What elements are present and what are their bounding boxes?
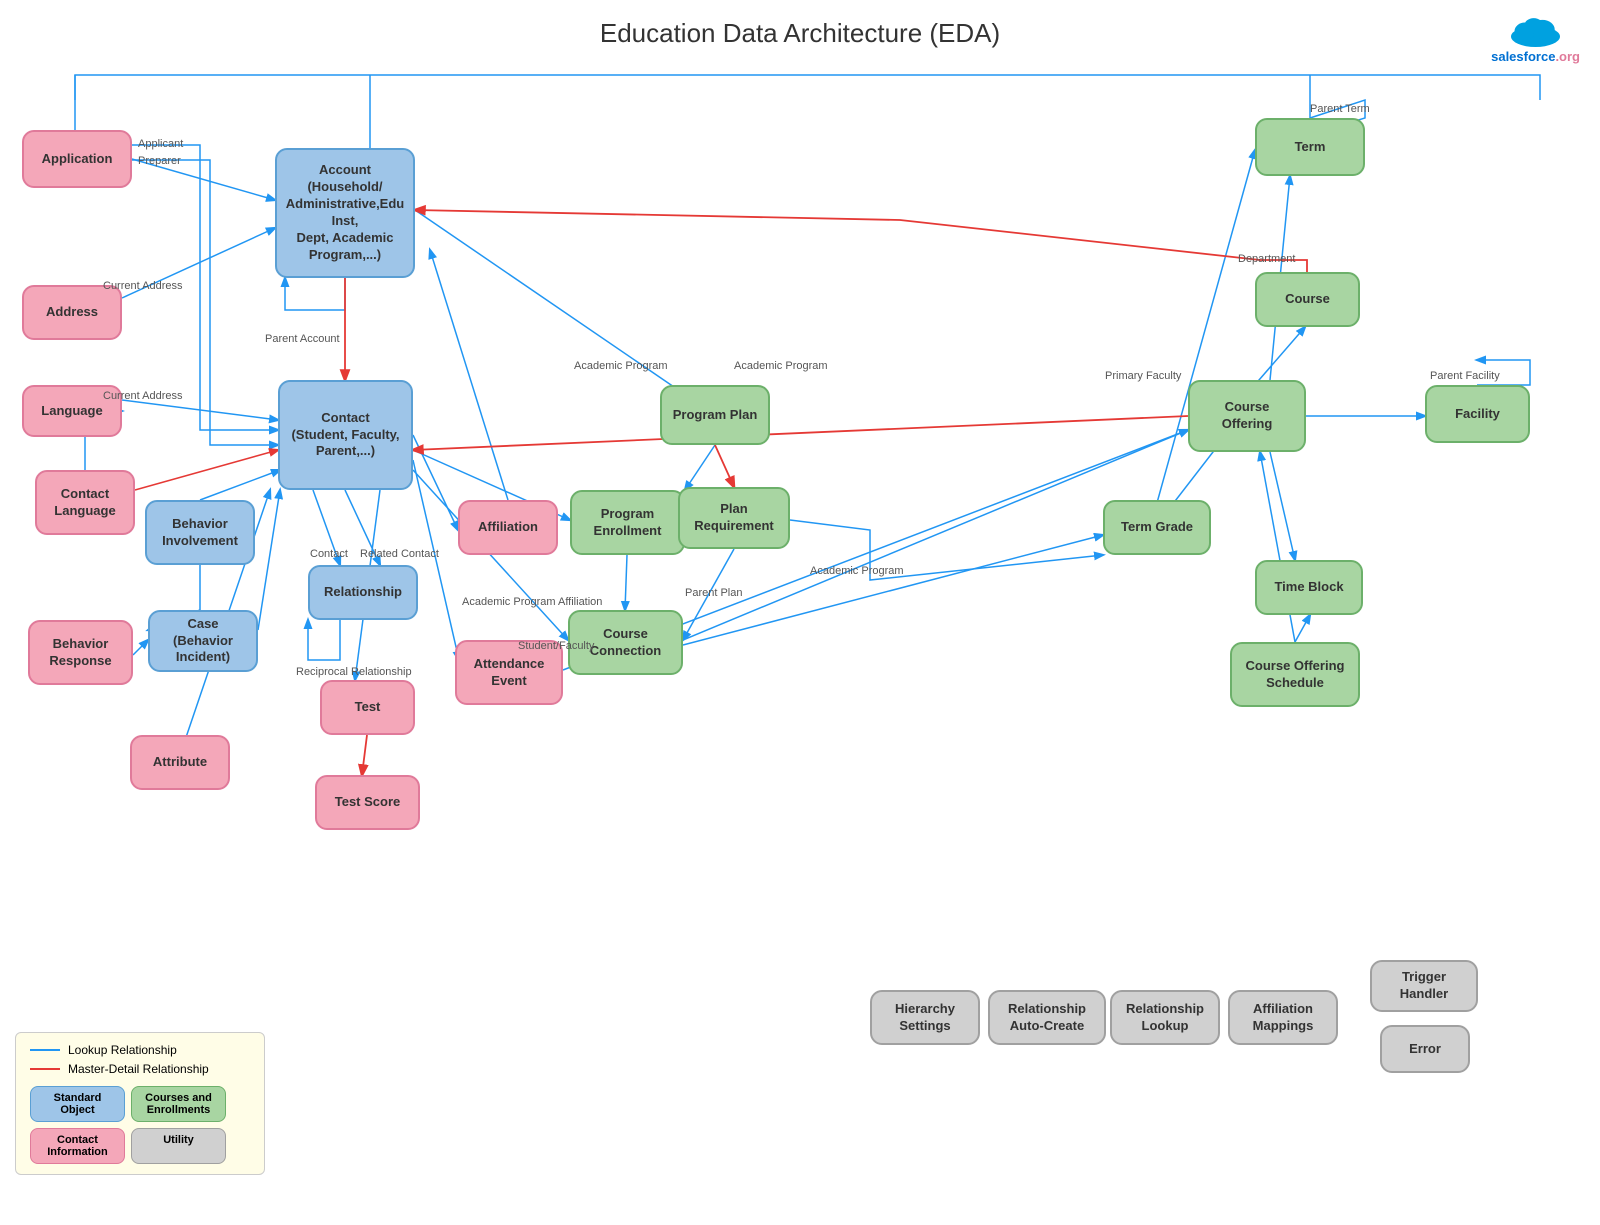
conn-label-13: Academic Program — [810, 565, 904, 577]
conn-label-3: Current Address — [103, 390, 182, 402]
conn-label-4: Parent Account — [265, 333, 340, 345]
legend-box-blue: Standard Object — [30, 1086, 125, 1122]
page-title: Education Data Architecture (EDA) — [600, 18, 1000, 49]
node-test_score: Test Score — [315, 775, 420, 830]
node-attribute: Attribute — [130, 735, 230, 790]
node-term: Term — [1255, 118, 1365, 176]
conn-label-12: Parent Plan — [685, 587, 742, 599]
node-relationship_auto_create: Relationship Auto-Create — [988, 990, 1106, 1045]
node-plan_requirement: Plan Requirement — [678, 487, 790, 549]
node-relationship_lookup: Relationship Lookup — [1110, 990, 1220, 1045]
conn-label-5: Academic Program — [574, 360, 668, 372]
conn-label-6: Academic Program — [734, 360, 828, 372]
conn-label-1: Preparer — [138, 155, 181, 167]
conn-label-2: Current Address — [103, 280, 182, 292]
legend-box-gray: Utility — [131, 1128, 226, 1164]
conn-label-7: Contact — [310, 548, 348, 560]
conn-label-14: Primary Faculty — [1105, 370, 1181, 382]
node-time_block: Time Block — [1255, 560, 1363, 615]
node-case: Case (Behavior Incident) — [148, 610, 258, 672]
conn-label-0: Applicant — [138, 138, 183, 150]
node-application: Application — [22, 130, 132, 188]
legend-box-pink: Contact Information — [30, 1128, 125, 1164]
legend-lookup: Lookup Relationship — [30, 1043, 250, 1057]
salesforce-logo: salesforce.org — [1491, 12, 1580, 64]
legend-red-line — [30, 1068, 60, 1070]
conn-label-10: Academic Program Affiliation — [462, 596, 602, 608]
node-behavior_involvement: Behavior Involvement — [145, 500, 255, 565]
conn-label-15: Department — [1238, 253, 1295, 265]
node-trigger_handler: Trigger Handler — [1370, 960, 1478, 1012]
conn-label-17: Parent Facility — [1430, 370, 1500, 382]
salesforce-cloud-icon — [1508, 12, 1563, 47]
node-program_enrollment: Program Enrollment — [570, 490, 685, 555]
conn-label-11: Student/Faculty — [518, 640, 594, 652]
legend-boxes: Standard ObjectCourses and EnrollmentsCo… — [30, 1086, 250, 1164]
conn-label-16: Parent Term — [1310, 103, 1370, 115]
node-relationship: Relationship — [308, 565, 418, 620]
node-facility: Facility — [1425, 385, 1530, 443]
node-term_grade: Term Grade — [1103, 500, 1211, 555]
node-program_plan: Program Plan — [660, 385, 770, 445]
node-hierarchy_settings: Hierarchy Settings — [870, 990, 980, 1045]
conn-label-9: Reciprocal Relationship — [296, 666, 412, 678]
legend-blue-line — [30, 1049, 60, 1051]
legend-box-green: Courses and Enrollments — [131, 1086, 226, 1122]
conn-label-8: Related Contact — [360, 548, 439, 560]
node-error: Error — [1380, 1025, 1470, 1073]
node-contact_language: Contact Language — [35, 470, 135, 535]
node-course: Course — [1255, 272, 1360, 327]
legend-masterdetail: Master-Detail Relationship — [30, 1062, 250, 1076]
node-account: Account (Household/ Administrative,Edu I… — [275, 148, 415, 278]
node-affiliation: Affiliation — [458, 500, 558, 555]
node-course_offering_schedule: Course Offering Schedule — [1230, 642, 1360, 707]
diagram-container: Education Data Architecture (EDA) salesf… — [0, 0, 1600, 1225]
node-behavior_response: Behavior Response — [28, 620, 133, 685]
node-test: Test — [320, 680, 415, 735]
legend-lookup-text: Lookup Relationship — [68, 1043, 177, 1057]
salesforce-text: salesforce.org — [1491, 49, 1580, 64]
legend: Lookup Relationship Master-Detail Relati… — [15, 1032, 265, 1175]
node-affiliation_mappings: Affiliation Mappings — [1228, 990, 1338, 1045]
legend-masterdetail-text: Master-Detail Relationship — [68, 1062, 209, 1076]
node-contact: Contact (Student, Faculty, Parent,...) — [278, 380, 413, 490]
node-course_offering: Course Offering — [1188, 380, 1306, 452]
node-address: Address — [22, 285, 122, 340]
